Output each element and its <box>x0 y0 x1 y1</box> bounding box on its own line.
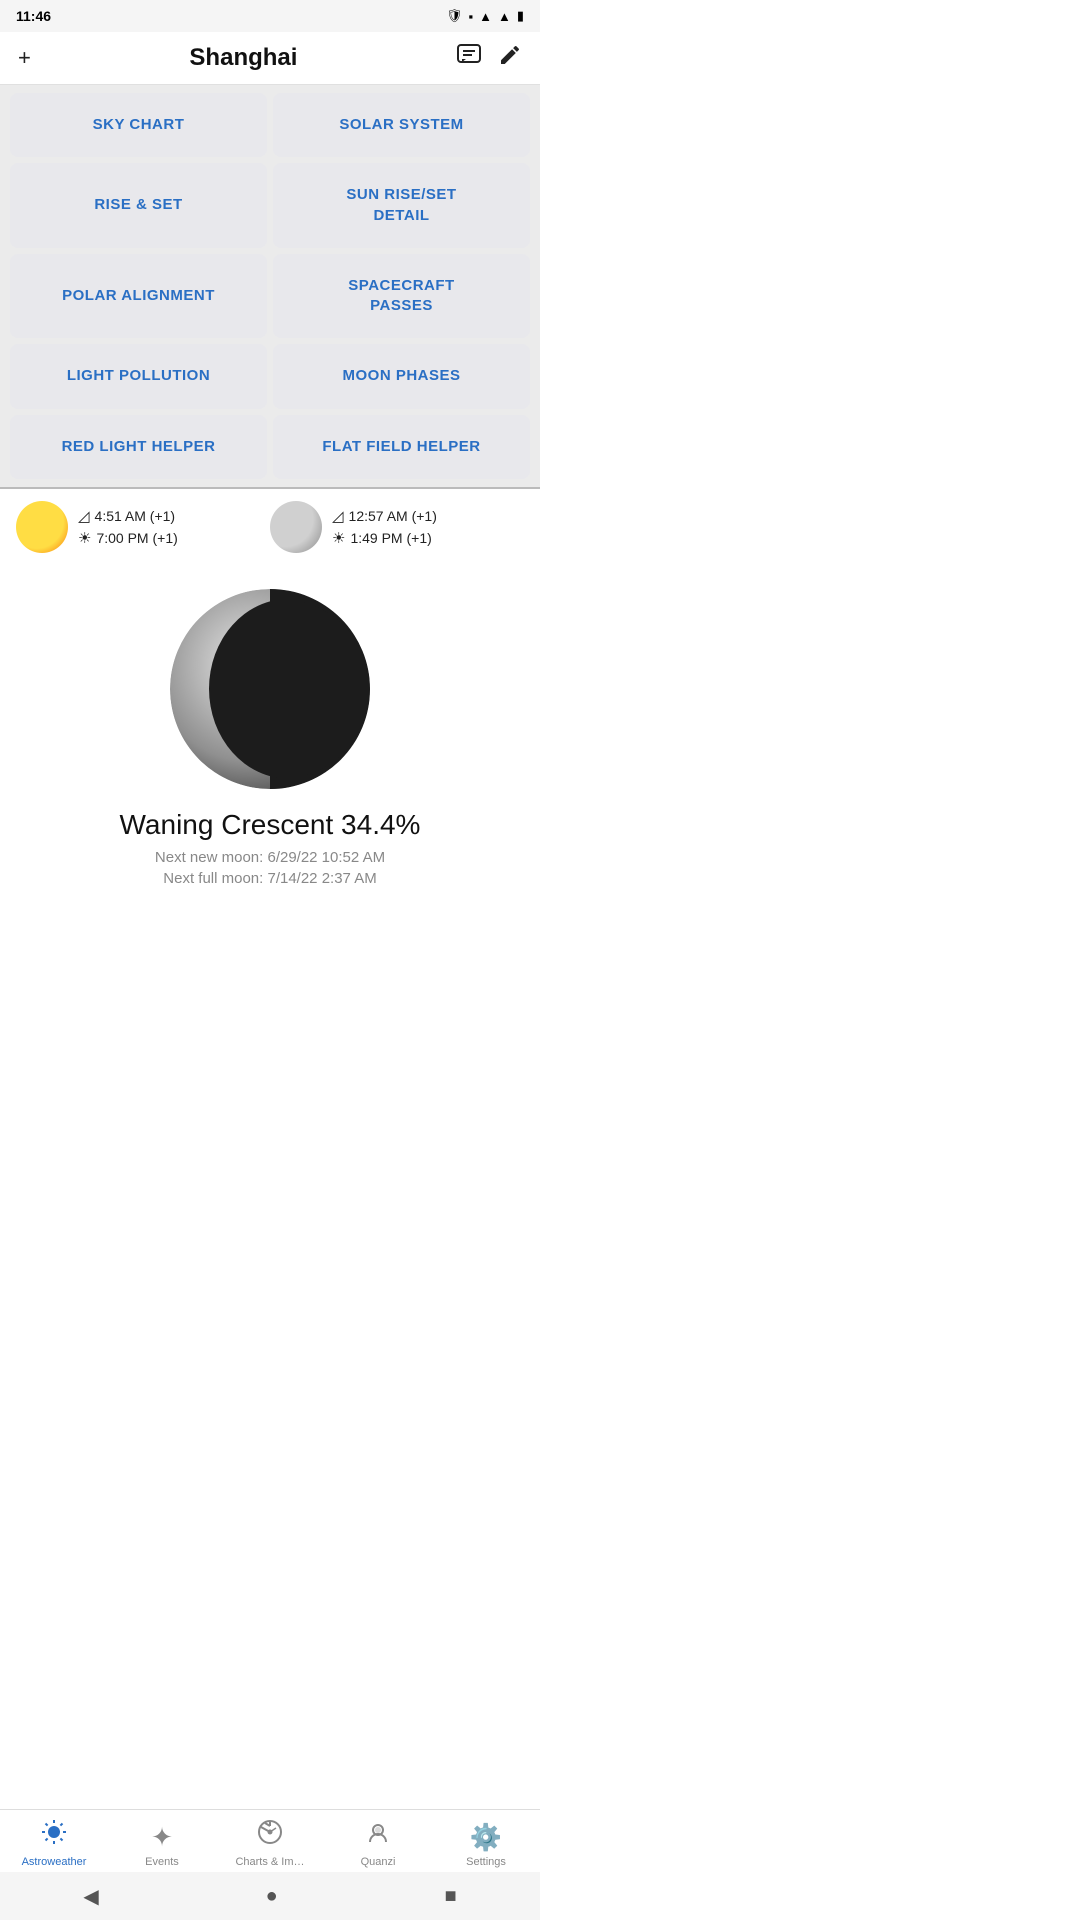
nav-events-label: Events <box>145 1856 179 1868</box>
moon-set-time: 1:49 PM (+1) <box>350 530 431 546</box>
flat-field-helper-button[interactable]: FLAT FIELD HELPER <box>273 415 530 479</box>
page-title: Shanghai <box>189 44 297 72</box>
next-full-moon: Next full moon: 7/14/22 2:37 AM <box>163 870 376 887</box>
add-button[interactable]: + <box>18 45 31 71</box>
feature-grid: SKY CHART SOLAR SYSTEM RISE & SET SUN RI… <box>0 85 540 487</box>
moon-phase-title: Waning Crescent 34.4% <box>120 809 421 841</box>
moon-phases-button[interactable]: MOON PHASES <box>273 344 530 408</box>
sim-icon: ▪ <box>468 9 473 24</box>
moon-small-icon <box>270 501 322 553</box>
bottom-nav: Astroweather ✦ Events Charts & Im… Qu <box>0 1809 540 1872</box>
nav-quanzi[interactable]: Quanzi <box>324 1818 432 1868</box>
moon-rise-row: ◿ 12:57 AM (+1) <box>332 507 437 525</box>
home-button[interactable]: ● <box>266 1885 278 1908</box>
status-time: 11:46 <box>16 8 51 24</box>
sun-set-row: ☀ 7:00 PM (+1) <box>78 529 178 547</box>
polar-alignment-button[interactable]: POLAR ALIGNMENT <box>10 254 267 339</box>
moon-rise-time: 12:57 AM (+1) <box>349 508 437 524</box>
status-bar: 11:46 🛡 ▪ ▲ ▲ ▮ <box>0 0 540 32</box>
signal-icon: ▲ <box>498 9 511 24</box>
astro-info-row: ◿ 4:51 AM (+1) ☀ 7:00 PM (+1) ◿ 12:57 AM… <box>0 489 540 565</box>
status-icons: 🛡 ▪ ▲ ▲ ▮ <box>446 8 524 24</box>
rise-set-button[interactable]: RISE & SET <box>10 163 267 248</box>
moon-phase-section: Waning Crescent 34.4% Next new moon: 6/2… <box>0 565 540 907</box>
nav-settings[interactable]: ⚙️ Settings <box>432 1822 540 1868</box>
moon-set-row: ☀ 1:49 PM (+1) <box>332 529 437 547</box>
shield-icon: 🛡 <box>446 8 463 24</box>
astroweather-icon <box>40 1818 68 1853</box>
nav-quanzi-label: Quanzi <box>361 1856 396 1868</box>
moonrise-symbol: ◿ <box>332 507 344 525</box>
nav-events[interactable]: ✦ Events <box>108 1822 216 1868</box>
spacecraft-passes-button[interactable]: SPACECRAFTPASSES <box>273 254 530 339</box>
charts-icon <box>256 1818 284 1853</box>
sunrise-symbol: ◿ <box>78 507 90 525</box>
light-pollution-button[interactable]: LIGHT POLLUTION <box>10 344 267 408</box>
sun-rise-row: ◿ 4:51 AM (+1) <box>78 507 178 525</box>
settings-icon: ⚙️ <box>470 1822 502 1853</box>
sunset-symbol: ☀ <box>78 529 91 547</box>
nav-charts[interactable]: Charts & Im… <box>216 1818 324 1868</box>
sun-icon <box>16 501 68 553</box>
sun-rise-set-detail-button[interactable]: SUN RISE/SETDETAIL <box>273 163 530 248</box>
moon-info: ◿ 12:57 AM (+1) ☀ 1:49 PM (+1) <box>270 501 524 553</box>
solar-system-button[interactable]: SOLAR SYSTEM <box>273 93 530 157</box>
edit-icon[interactable] <box>498 43 522 73</box>
nav-settings-label: Settings <box>466 1856 506 1868</box>
sun-rise-time: 4:51 AM (+1) <box>95 508 176 524</box>
nav-charts-label: Charts & Im… <box>235 1856 304 1868</box>
quanzi-icon <box>364 1818 392 1853</box>
moon-phase-image <box>170 589 370 789</box>
next-new-moon: Next new moon: 6/29/22 10:52 AM <box>155 849 385 866</box>
top-bar-left: + <box>18 45 31 71</box>
battery-icon: ▮ <box>517 8 524 24</box>
top-bar-right <box>456 42 522 74</box>
sun-set-time: 7:00 PM (+1) <box>96 530 177 546</box>
moon-times: ◿ 12:57 AM (+1) ☀ 1:49 PM (+1) <box>332 507 437 547</box>
recents-button[interactable]: ■ <box>444 1885 456 1908</box>
top-bar: + Shanghai <box>0 32 540 85</box>
sun-times: ◿ 4:51 AM (+1) ☀ 7:00 PM (+1) <box>78 507 178 547</box>
nav-astroweather-label: Astroweather <box>22 1856 87 1868</box>
android-nav-bar: ◀ ● ■ <box>0 1872 540 1920</box>
chat-icon[interactable] <box>456 42 482 74</box>
back-button[interactable]: ◀ <box>83 1884 98 1909</box>
moonset-symbol: ☀ <box>332 529 345 547</box>
sun-info: ◿ 4:51 AM (+1) ☀ 7:00 PM (+1) <box>16 501 270 553</box>
events-icon: ✦ <box>151 1822 173 1853</box>
red-light-helper-button[interactable]: RED LIGHT HELPER <box>10 415 267 479</box>
nav-astroweather[interactable]: Astroweather <box>0 1818 108 1868</box>
sky-chart-button[interactable]: SKY CHART <box>10 93 267 157</box>
wifi-icon: ▲ <box>479 9 492 24</box>
